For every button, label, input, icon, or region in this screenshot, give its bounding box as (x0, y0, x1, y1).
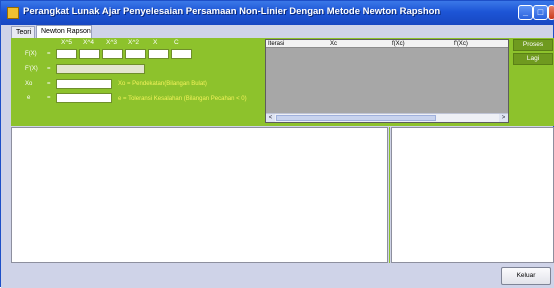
xo-input[interactable] (56, 79, 112, 89)
xo-label: Xo (25, 81, 33, 87)
coef-header-x: X (153, 39, 158, 46)
close-button[interactable] (548, 5, 554, 20)
coef-x5-input[interactable] (56, 49, 77, 59)
title-bar[interactable]: Perangkat Lunak Ajar Penyelesaian Persam… (1, 1, 554, 25)
col-xc[interactable]: Xc (330, 40, 337, 48)
minimize-button[interactable]: _ (518, 5, 533, 20)
app-window: Perangkat Lunak Ajar Penyelesaian Persam… (0, 0, 554, 288)
coef-x2-input[interactable] (125, 49, 146, 59)
app-icon (7, 7, 19, 19)
xo-hint: Xo = Pendekatan(Bilangan Bulat) (118, 81, 207, 87)
col-iterasi[interactable]: Iterasi (268, 40, 284, 48)
coef-x4-input[interactable] (79, 49, 100, 59)
chart-area (11, 127, 388, 263)
e-hint: e = Toleransi Kesalahan (Bilangan Pecaha… (118, 96, 247, 102)
col-fxc[interactable]: f(Xc) (392, 40, 405, 48)
coef-header-x3: X^3 (106, 39, 118, 46)
tab-newton-rapson[interactable]: Newton Rapson (36, 25, 92, 38)
coef-header-x4: X^4 (83, 39, 95, 46)
fx-label: F(X) (25, 51, 37, 57)
bottom-bar (1, 263, 554, 288)
coef-x-input[interactable] (148, 49, 169, 59)
fpx-label: F'(X) (25, 66, 38, 72)
tab-teori[interactable]: Teori (11, 26, 35, 38)
proses-button[interactable]: Proses (513, 39, 553, 51)
fpx-equals: = (47, 66, 51, 72)
col-fpxc[interactable]: f'(Xc) (454, 40, 468, 48)
pane-divider (389, 127, 390, 263)
grid-header: Iterasi Xc f(Xc) f'(Xc) (266, 40, 508, 48)
lagi-button[interactable]: Lagi (513, 53, 553, 65)
result-area (391, 127, 554, 263)
e-equals: = (47, 95, 51, 101)
scroll-thumb[interactable] (276, 115, 436, 121)
derivative-field (56, 64, 145, 74)
coef-header-x2: X^2 (128, 39, 140, 46)
keluar-button[interactable]: Keluar (501, 267, 551, 285)
coef-c-input[interactable] (171, 49, 192, 59)
horizontal-scrollbar[interactable]: < > (266, 113, 508, 122)
e-label: e (27, 95, 31, 101)
scroll-right-icon[interactable]: > (499, 114, 508, 122)
window-title: Perangkat Lunak Ajar Penyelesaian Persam… (23, 6, 441, 17)
iteration-grid[interactable]: Iterasi Xc f(Xc) f'(Xc) < > (265, 39, 509, 123)
xo-equals: = (47, 81, 51, 87)
coef-header-c: C (174, 39, 179, 46)
coef-x3-input[interactable] (102, 49, 123, 59)
maximize-button[interactable]: □ (533, 5, 548, 20)
scroll-left-icon[interactable]: < (266, 114, 275, 122)
fx-equals: = (47, 51, 51, 57)
coef-header-x5: X^5 (61, 39, 73, 46)
tolerance-input[interactable] (56, 93, 112, 103)
